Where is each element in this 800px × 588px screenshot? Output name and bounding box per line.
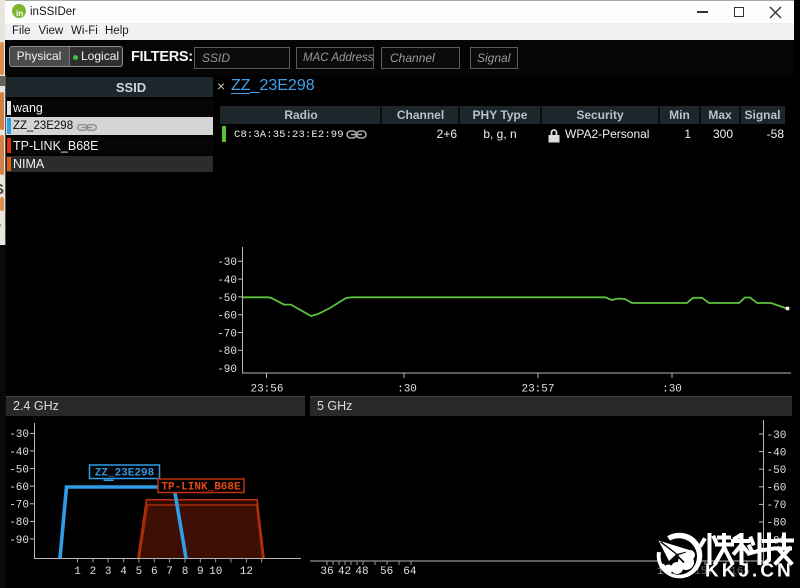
svg-text:5: 5	[136, 566, 143, 578]
svg-text:-80: -80	[9, 517, 29, 529]
svg-text:6: 6	[151, 566, 158, 578]
svg-text:9: 9	[197, 566, 204, 578]
svg-text:ZZ_23E298: ZZ_23E298	[95, 468, 155, 480]
svg-text:-40: -40	[9, 447, 29, 459]
svg-text:23:56: 23:56	[250, 384, 283, 396]
svg-text:56: 56	[380, 566, 393, 578]
svg-text:-60: -60	[767, 483, 787, 495]
svg-text:12: 12	[240, 566, 253, 578]
svg-text:-60: -60	[217, 311, 237, 323]
svg-text:-60: -60	[9, 482, 29, 494]
svg-text:10: 10	[209, 566, 222, 578]
svg-text:-70: -70	[217, 329, 237, 341]
svg-text:23:57: 23:57	[521, 384, 554, 396]
svg-text:4: 4	[120, 566, 127, 578]
svg-text:2: 2	[90, 566, 97, 578]
svg-text:-40: -40	[767, 448, 787, 460]
svg-text:48: 48	[355, 566, 368, 578]
svg-text:-30: -30	[767, 430, 787, 442]
svg-text:-30: -30	[9, 429, 29, 441]
svg-text:64: 64	[403, 566, 417, 578]
svg-text:-90: -90	[217, 364, 237, 376]
svg-text::30: :30	[397, 384, 417, 396]
svg-text:-40: -40	[217, 275, 237, 287]
svg-text:TP-LINK_B68E: TP-LINK_B68E	[161, 482, 241, 494]
svg-text:3: 3	[105, 566, 112, 578]
svg-text:1: 1	[74, 566, 81, 578]
svg-text:-50: -50	[767, 465, 787, 477]
svg-text:-90: -90	[9, 535, 29, 547]
svg-text:-50: -50	[9, 465, 29, 477]
svg-text:42: 42	[338, 566, 351, 578]
svg-text::30: :30	[662, 384, 682, 396]
svg-text:-70: -70	[9, 500, 29, 512]
svg-text:8: 8	[182, 566, 189, 578]
svg-text:36: 36	[320, 566, 333, 578]
svg-text:-30: -30	[217, 257, 237, 269]
svg-text:-50: -50	[217, 293, 237, 305]
svg-text:-80: -80	[217, 346, 237, 358]
svg-text:7: 7	[166, 566, 173, 578]
svg-text:KKJ.CN: KKJ.CN	[705, 561, 794, 582]
